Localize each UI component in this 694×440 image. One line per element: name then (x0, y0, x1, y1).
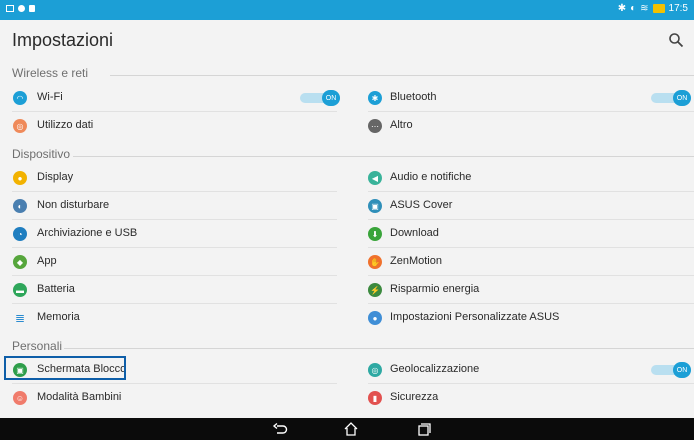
setting-display[interactable]: ● Display (0, 164, 347, 192)
recent-apps-icon[interactable] (415, 421, 431, 437)
battery-icon (652, 4, 665, 13)
setting-label: Bluetooth (390, 91, 437, 103)
toggle-knob: ON (673, 362, 691, 378)
section-personal: Personali (0, 338, 694, 358)
bluetooth-icon: ✱ (617, 3, 627, 14)
section-device: Dispositivo (0, 146, 694, 166)
setting-zenmotion[interactable]: ✋ ZenMotion (347, 248, 694, 276)
toggle-knob: ON (322, 90, 340, 106)
status-bar: ✱ ◐ ≋ 17:5 (0, 0, 694, 20)
setting-app[interactable]: ◆ App (0, 248, 347, 276)
back-icon[interactable] (272, 421, 288, 437)
wifi-icon: ◠ (13, 91, 27, 105)
setting-label: Display (37, 171, 74, 183)
setting-security[interactable]: ▮ Sicurezza (347, 384, 694, 412)
setting-label: Archiviazione e USB (37, 227, 138, 239)
setting-label: Memoria (37, 311, 80, 323)
setting-label: Sicurezza (390, 391, 439, 403)
location-toggle[interactable]: ON (651, 362, 691, 378)
setting-label: ASUS Cover (390, 199, 453, 211)
location-icon: ◎ (368, 363, 382, 377)
moon-icon: ◐ (630, 3, 637, 14)
setting-label: Audio e notifiche (390, 171, 472, 183)
setting-data-usage[interactable]: ◎ Utilizzo dati (0, 112, 347, 140)
display-icon: ● (13, 171, 27, 185)
wifi-icon: ≋ (640, 3, 649, 14)
status-left-icons (6, 5, 35, 12)
setting-download[interactable]: ⬇ Download (347, 220, 694, 248)
setting-label: Wi-Fi (37, 91, 63, 103)
home-icon[interactable] (343, 421, 359, 437)
app-bar: Impostazioni (0, 20, 694, 60)
page-title: Impostazioni (12, 30, 114, 50)
setting-label: Risparmio energia (390, 283, 480, 295)
section-label: Personali (12, 339, 63, 353)
do-not-disturb-icon (18, 5, 25, 12)
notification-icon (6, 5, 14, 12)
power-saver-icon: ⚡ (368, 283, 382, 297)
section-label: Wireless e reti (12, 66, 89, 80)
status-right-icons: ✱ ◐ ≋ 17:5 (618, 3, 688, 14)
battery-icon: ▬ (13, 283, 27, 297)
section-rule (110, 75, 694, 76)
setting-label: Modalità Bambini (37, 391, 122, 403)
setting-label: Utilizzo dati (37, 119, 94, 131)
setting-label: Non disturbare (37, 199, 110, 211)
storage-icon: ◔ (13, 227, 27, 241)
toggle-knob: ON (673, 90, 691, 106)
app-icon: ◆ (13, 255, 27, 269)
setting-kids-mode[interactable]: ☺ Modalità Bambini (0, 384, 347, 412)
download-icon: ⬇ (368, 227, 382, 241)
search-icon[interactable] (668, 32, 684, 48)
setting-location[interactable]: ◎ Geolocalizzazione ON (347, 356, 694, 384)
navigation-bar (0, 418, 694, 440)
security-lock-icon: ▮ (368, 391, 382, 405)
setting-bluetooth[interactable]: ✱ Bluetooth ON (347, 84, 694, 112)
setting-label: Download (390, 227, 439, 239)
setting-label: Impostazioni Personalizzate ASUS (390, 311, 560, 323)
audio-icon: ◀ (368, 171, 382, 185)
setting-dnd[interactable]: ◐ Non disturbare (0, 192, 347, 220)
setting-power-saver[interactable]: ⚡ Risparmio energia (347, 276, 694, 304)
section-rule (64, 348, 694, 349)
setting-wifi[interactable]: ◠ Wi-Fi ON (0, 84, 347, 112)
setting-label: Batteria (37, 283, 75, 295)
setting-storage[interactable]: ◔ Archiviazione e USB (0, 220, 347, 248)
cover-icon: ▣ (368, 199, 382, 213)
zenmotion-icon: ✋ (368, 255, 382, 269)
setting-audio[interactable]: ◀ Audio e notifiche (347, 164, 694, 192)
bluetooth-icon: ✱ (368, 91, 382, 105)
setting-label: Geolocalizzazione (390, 363, 480, 375)
selection-highlight (4, 356, 126, 380)
setting-label: ZenMotion (390, 255, 442, 267)
memory-icon: ≣ (14, 311, 26, 325)
setting-asus-cover[interactable]: ▣ ASUS Cover (347, 192, 694, 220)
setting-battery[interactable]: ▬ Batteria (0, 276, 347, 304)
section-label: Dispositivo (12, 147, 71, 161)
setting-asus-custom[interactable]: ● Impostazioni Personalizzate ASUS (347, 304, 694, 332)
setting-more[interactable]: ⋯ Altro (347, 112, 694, 140)
status-time: 17:5 (668, 3, 688, 14)
moon-icon: ◐ (13, 199, 27, 213)
kids-mode-icon: ☺ (13, 391, 27, 405)
setting-label: Altro (390, 119, 413, 131)
section-wireless: Wireless e reti (0, 65, 694, 85)
asus-custom-icon: ● (368, 311, 382, 325)
wifi-toggle[interactable]: ON (300, 90, 340, 106)
lock-icon (29, 5, 35, 12)
section-rule (73, 156, 694, 157)
more-icon: ⋯ (368, 119, 382, 133)
setting-memory[interactable]: ≣ Memoria (0, 304, 347, 332)
bluetooth-toggle[interactable]: ON (651, 90, 691, 106)
setting-label: App (37, 255, 57, 267)
data-usage-icon: ◎ (13, 119, 27, 133)
